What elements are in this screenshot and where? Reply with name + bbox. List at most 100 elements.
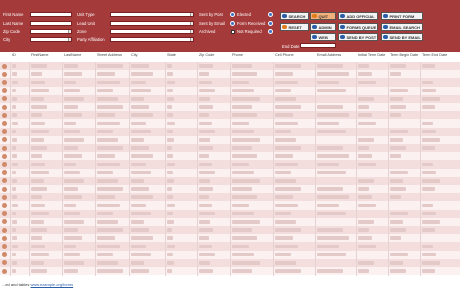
zone-select[interactable]: [110, 29, 194, 34]
archived-checkbox[interactable]: [231, 30, 235, 34]
record-icon[interactable]: [2, 252, 7, 258]
forms-queue-button[interactable]: FORMS QUEUE: [338, 23, 378, 31]
table-cell: [358, 244, 376, 249]
not-required-toggle[interactable]: [268, 29, 273, 34]
column-divider: [165, 62, 166, 276]
record-icon[interactable]: [2, 112, 7, 118]
record-icon[interactable]: [2, 79, 7, 85]
table-cell: [390, 64, 407, 68]
email-search-label: EMAIL SEARCH: [389, 24, 420, 30]
header-state[interactable]: State: [167, 53, 176, 57]
header-lastname[interactable]: LastName: [64, 53, 81, 57]
lead-unit-select[interactable]: [110, 21, 194, 26]
unit-type-select[interactable]: [110, 12, 194, 17]
quit-button[interactable]: QUIT: [310, 12, 336, 20]
record-icon[interactable]: [2, 202, 7, 208]
zip-code-input[interactable]: [30, 29, 72, 34]
record-icon[interactable]: [2, 268, 7, 274]
end-date-input[interactable]: [300, 43, 336, 48]
record-icon[interactable]: [2, 260, 7, 266]
table-cell: [167, 129, 173, 134]
table-cell: [97, 154, 116, 159]
table-cell: [390, 138, 403, 142]
header-zip-code[interactable]: Zip Code: [199, 53, 214, 57]
table-cell: [358, 228, 369, 232]
record-icon[interactable]: [2, 227, 7, 233]
search-button[interactable]: SEARCH: [280, 12, 309, 20]
header-term-begin-date[interactable]: Term Begin Date: [390, 53, 418, 57]
record-icon[interactable]: [2, 145, 7, 151]
record-icon[interactable]: [2, 235, 7, 241]
city-dropdown-icon[interactable]: [68, 38, 71, 41]
header-city[interactable]: City: [131, 53, 138, 57]
record-icon[interactable]: [2, 219, 7, 225]
table-cell: [12, 162, 18, 167]
web-button[interactable]: WEB: [310, 33, 336, 41]
record-icon[interactable]: [2, 161, 7, 167]
table-cell: [31, 203, 46, 208]
form-received-toggle[interactable]: [268, 21, 273, 26]
footer-link[interactable]: www.example.org/forms: [30, 282, 73, 287]
elected-toggle[interactable]: [268, 12, 273, 17]
table-cell: [232, 162, 249, 167]
header-street-address[interactable]: Street Address: [97, 53, 122, 57]
party-affiliation-select[interactable]: [110, 37, 194, 42]
header-email-address[interactable]: Email Address: [317, 53, 341, 57]
record-icon[interactable]: [2, 178, 7, 184]
table-cell: [167, 97, 175, 101]
lead-unit-dropdown-icon[interactable]: [190, 22, 193, 25]
reset-button[interactable]: RESET: [280, 23, 309, 31]
record-icon[interactable]: [2, 71, 7, 77]
record-icon[interactable]: [2, 129, 7, 135]
table-cell: [97, 146, 123, 150]
send-by-post-button[interactable]: SEND BY POST: [338, 33, 378, 41]
print-form-button[interactable]: PRINT FORM: [381, 12, 423, 20]
city-input[interactable]: [30, 37, 72, 42]
record-icon[interactable]: [2, 96, 7, 102]
table-cell: [12, 187, 16, 191]
record-icon[interactable]: [2, 170, 7, 176]
header-firstname[interactable]: FirstName: [31, 53, 49, 57]
record-icon[interactable]: [2, 243, 7, 249]
add-official-button[interactable]: ADD OFFICIAL: [338, 12, 378, 20]
record-icon[interactable]: [2, 63, 7, 69]
zip-dropdown-icon[interactable]: [68, 30, 71, 33]
admin-button[interactable]: ADMIN: [310, 23, 336, 31]
header-phone[interactable]: Phone: [232, 53, 243, 57]
header-initial-term-date[interactable]: Initial Term Date: [358, 53, 386, 57]
record-icon[interactable]: [2, 104, 7, 110]
table-cell: [199, 88, 215, 93]
record-icon[interactable]: [2, 211, 7, 217]
table-cell: [31, 220, 44, 224]
sent-by-email-toggle[interactable]: [230, 21, 235, 26]
table-cell: [12, 121, 18, 126]
header-id[interactable]: ID: [12, 53, 16, 57]
table-cell: [64, 195, 82, 200]
table-cell: [275, 162, 299, 167]
zone-dropdown-icon[interactable]: [190, 30, 193, 33]
last-name-input[interactable]: [30, 21, 72, 26]
email-search-button[interactable]: EMAIL SEARCH: [381, 23, 423, 31]
header-term-end-date[interactable]: Term End Date: [422, 53, 447, 57]
table-cell: [317, 121, 340, 126]
record-icon[interactable]: [2, 120, 7, 126]
send-by-email-button[interactable]: SEND BY EMAIL: [381, 33, 423, 41]
record-icon[interactable]: [2, 88, 7, 94]
sent-by-post-toggle[interactable]: [230, 12, 235, 17]
table-cell: [317, 269, 343, 273]
table-cell: [422, 162, 433, 167]
unit-type-dropdown-icon[interactable]: [190, 13, 193, 16]
table-cell: [131, 88, 151, 93]
table-cell: [275, 154, 294, 159]
record-icon[interactable]: [2, 186, 7, 192]
record-icon[interactable]: [2, 137, 7, 143]
table-cell: [131, 72, 153, 77]
table-cell: [12, 261, 18, 265]
record-icon[interactable]: [2, 153, 7, 159]
first-name-input[interactable]: [30, 12, 72, 17]
table-cell: [317, 80, 340, 85]
party-dropdown-icon[interactable]: [190, 38, 193, 41]
table-cell: [199, 97, 211, 101]
header-cell-phone[interactable]: Cell Phone: [275, 53, 294, 57]
record-icon[interactable]: [2, 194, 7, 200]
